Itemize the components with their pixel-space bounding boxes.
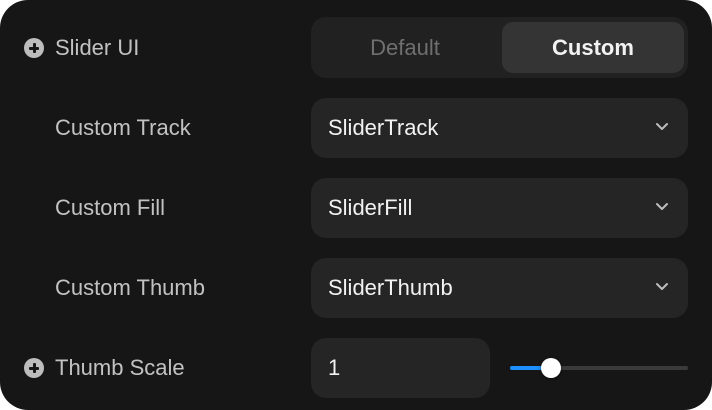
- custom-track-value: SliderTrack: [328, 115, 439, 140]
- slider-ui-segmented-control: Default Custom: [311, 17, 688, 78]
- thumb-scale-slider[interactable]: [510, 356, 688, 380]
- chevron-down-icon: [656, 123, 668, 130]
- segment-default[interactable]: Default: [317, 22, 493, 73]
- property-panel: Slider UI Default Custom Custom Track Sl…: [0, 0, 712, 410]
- custom-thumb-value: SliderThumb: [328, 275, 453, 300]
- custom-track-label: Custom Track: [55, 115, 191, 140]
- segment-custom[interactable]: Custom: [502, 22, 684, 73]
- custom-fill-select[interactable]: SliderFill: [311, 178, 688, 238]
- chevron-down-icon: [656, 203, 668, 210]
- thumb-scale-input[interactable]: [311, 338, 490, 398]
- custom-fill-label: Custom Fill: [55, 195, 166, 220]
- slider-ui-label: Slider UI: [55, 35, 140, 60]
- custom-thumb-label: Custom Thumb: [55, 275, 205, 300]
- custom-fill-value: SliderFill: [328, 195, 413, 220]
- thumb-scale-label: Thumb Scale: [55, 355, 185, 380]
- plus-circle-icon[interactable]: [24, 38, 44, 58]
- custom-track-select[interactable]: SliderTrack: [311, 98, 688, 158]
- custom-thumb-select[interactable]: SliderThumb: [311, 258, 688, 318]
- plus-circle-icon[interactable]: [24, 358, 44, 378]
- slider-thumb[interactable]: [541, 358, 561, 378]
- chevron-down-icon: [656, 283, 668, 290]
